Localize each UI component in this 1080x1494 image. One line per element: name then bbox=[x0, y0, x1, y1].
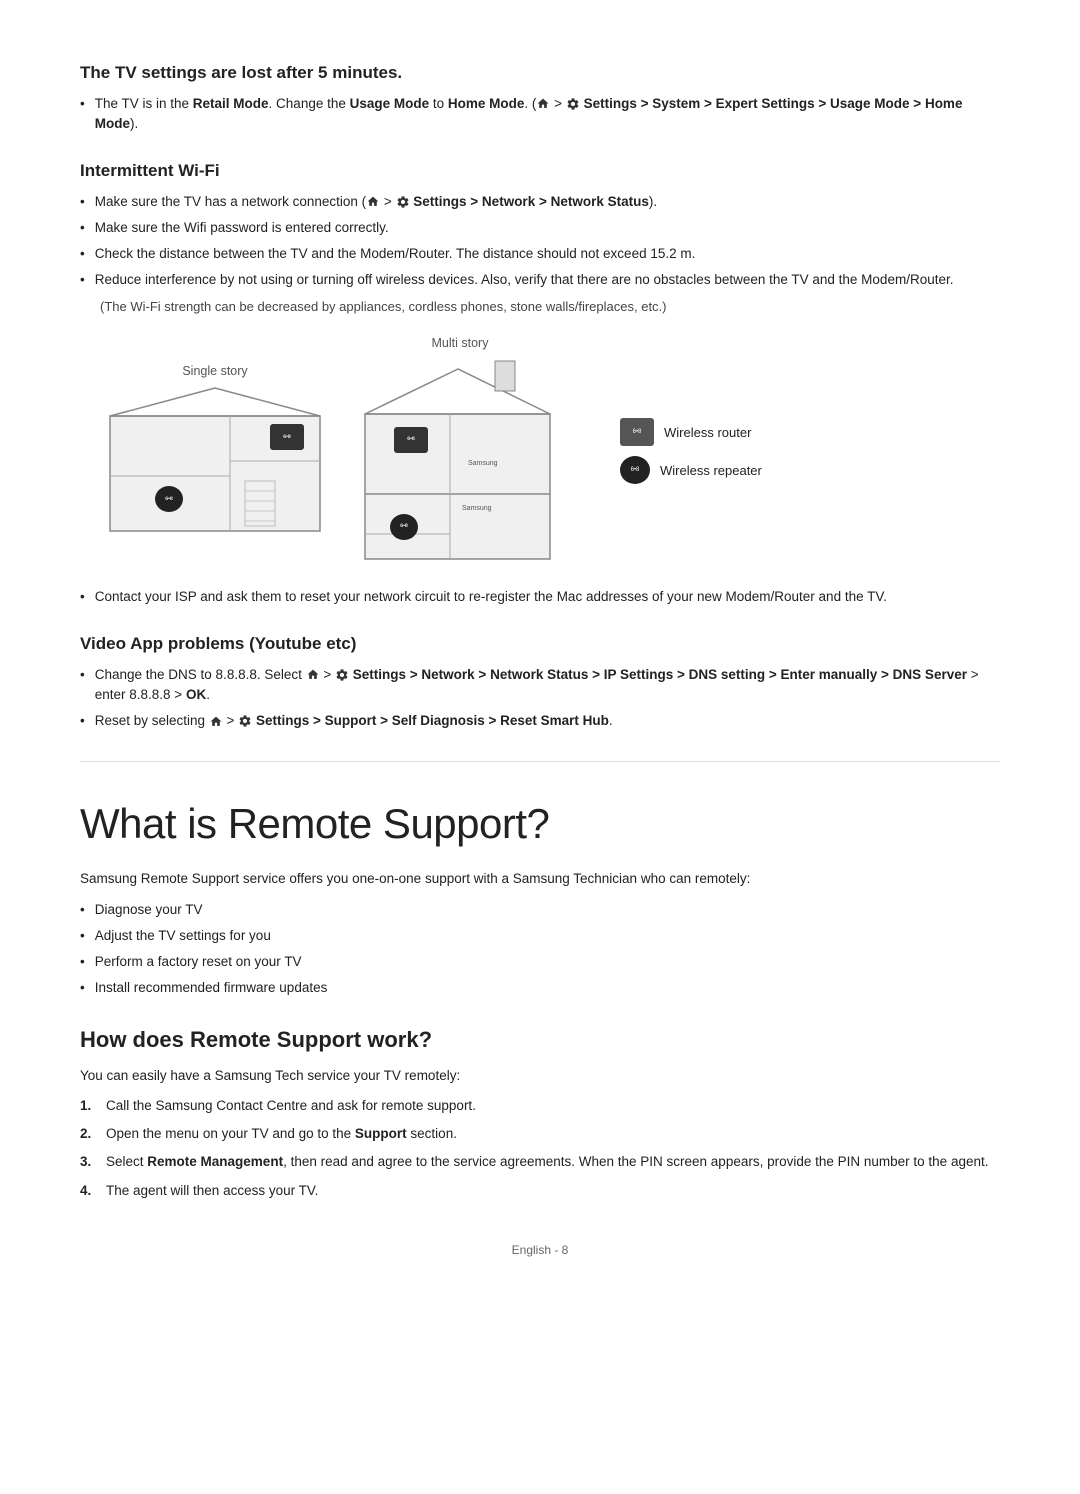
section-video-app: Video App problems (Youtube etc) Change … bbox=[80, 631, 1000, 731]
wifi-note: (The Wi-Fi strength can be decreased by … bbox=[80, 297, 1000, 317]
repeater-legend-icon: 6•8 bbox=[620, 456, 650, 484]
section-tv-settings: The TV settings are lost after 5 minutes… bbox=[80, 60, 1000, 134]
how-remote-steps: 1. Call the Samsung Contact Centre and a… bbox=[80, 1096, 1000, 1201]
samsung-label-lower: Samsung bbox=[462, 504, 492, 515]
section-title-remote-support: What is Remote Support? bbox=[80, 792, 1000, 855]
single-story-house: 6•8 6•8 bbox=[100, 386, 330, 541]
section-how-remote: How does Remote Support work? You can ea… bbox=[80, 1023, 1000, 1201]
list-item: Perform a factory reset on your TV bbox=[80, 952, 1000, 972]
section-wifi: Intermittent Wi-Fi Make sure the TV has … bbox=[80, 158, 1000, 607]
router-icon-multi: 6•8 bbox=[394, 427, 428, 453]
legend-router: 6•8 Wireless router bbox=[620, 418, 762, 446]
list-item: Contact your ISP and ask them to reset y… bbox=[80, 587, 1000, 607]
router-legend-label: Wireless router bbox=[664, 423, 751, 443]
list-item: Diagnose your TV bbox=[80, 900, 1000, 920]
step-1: 1. Call the Samsung Contact Centre and a… bbox=[80, 1096, 1000, 1116]
multi-story-svg bbox=[350, 359, 570, 569]
list-item: The TV is in the Retail Mode. Change the… bbox=[80, 94, 1000, 135]
step-4: 4. The agent will then access your TV. bbox=[80, 1181, 1000, 1201]
repeater-legend-label: Wireless repeater bbox=[660, 461, 762, 481]
list-item: Make sure the Wifi password is entered c… bbox=[80, 218, 1000, 238]
section-title-video-app: Video App problems (Youtube etc) bbox=[80, 631, 1000, 657]
wifi-diagram: Single story bbox=[100, 334, 1000, 569]
section-remote-support: What is Remote Support? Samsung Remote S… bbox=[80, 792, 1000, 998]
how-remote-intro: You can easily have a Samsung Tech servi… bbox=[80, 1066, 1000, 1086]
single-story-svg bbox=[100, 386, 330, 541]
wifi-after-list: Contact your ISP and ask them to reset y… bbox=[80, 587, 1000, 607]
section-title-how-remote: How does Remote Support work? bbox=[80, 1023, 1000, 1056]
single-story-label: Single story bbox=[182, 362, 247, 381]
step-3: 3. Select Remote Management, then read a… bbox=[80, 1152, 1000, 1172]
video-app-list: Change the DNS to 8.8.8.8. Select > Sett… bbox=[80, 665, 1000, 732]
wifi-list: Make sure the TV has a network connectio… bbox=[80, 192, 1000, 291]
page-footer: English - 8 bbox=[80, 1241, 1000, 1259]
router-legend-icon: 6•8 bbox=[620, 418, 654, 446]
section-divider bbox=[80, 761, 1000, 762]
section-tv-settings-list: The TV is in the Retail Mode. Change the… bbox=[80, 94, 1000, 135]
multi-story-label: Multi story bbox=[432, 334, 489, 353]
list-item: Make sure the TV has a network connectio… bbox=[80, 192, 1000, 212]
legend-repeater: 6•8 Wireless repeater bbox=[620, 456, 762, 484]
section-title-tv-settings: The TV settings are lost after 5 minutes… bbox=[80, 60, 1000, 86]
step-2: 2. Open the menu on your TV and go to th… bbox=[80, 1124, 1000, 1144]
list-item: Install recommended firmware updates bbox=[80, 978, 1000, 998]
single-story-diagram: Single story bbox=[100, 362, 330, 542]
list-item: Check the distance between the TV and th… bbox=[80, 244, 1000, 264]
multi-story-diagram: Multi story bbox=[350, 334, 570, 569]
router-icon-single-upper: 6•8 bbox=[270, 424, 304, 450]
remote-support-list: Diagnose your TV Adjust the TV settings … bbox=[80, 900, 1000, 999]
multi-story-house: 6•8 Samsung 6•8 Samsung bbox=[350, 359, 570, 569]
list-item: Adjust the TV settings for you bbox=[80, 926, 1000, 946]
samsung-label: Samsung bbox=[468, 459, 498, 470]
list-item: Reduce interference by not using or turn… bbox=[80, 270, 1000, 290]
list-item: Reset by selecting > Settings > Support … bbox=[80, 711, 1000, 731]
section-title-wifi: Intermittent Wi-Fi bbox=[80, 158, 1000, 184]
remote-support-intro: Samsung Remote Support service offers yo… bbox=[80, 869, 1000, 889]
repeater-icon-multi: 6•8 bbox=[390, 514, 418, 540]
diagram-legend: 6•8 Wireless router 6•8 Wireless repeate… bbox=[620, 418, 762, 484]
list-item: Change the DNS to 8.8.8.8. Select > Sett… bbox=[80, 665, 1000, 706]
